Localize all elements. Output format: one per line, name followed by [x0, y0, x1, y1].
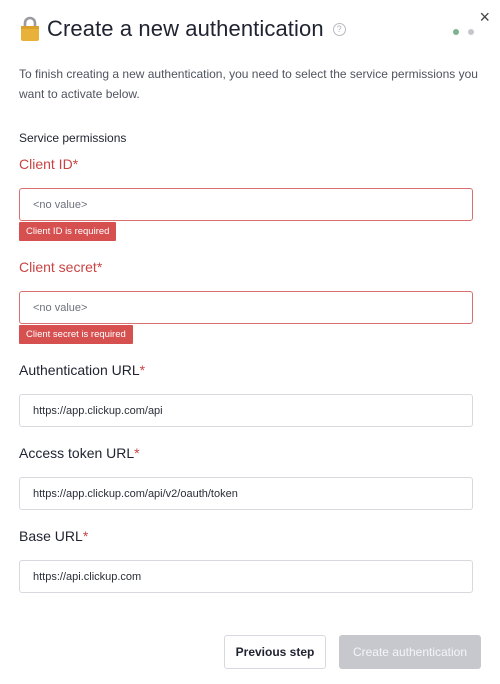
base-url-label-text: Base URL [19, 528, 83, 544]
required-mark: * [139, 362, 146, 378]
token-url-value: https://app.clickup.com/api/v2/oauth/tok… [33, 487, 238, 500]
client-secret-label-text: Client secret [19, 259, 97, 275]
base-url-label: Base URL* [19, 528, 88, 544]
section-title: Service permissions [19, 131, 127, 145]
client-id-error: Client ID is required [19, 222, 117, 241]
client-secret-input[interactable]: <no value> [19, 291, 473, 324]
step-dot-active [453, 29, 459, 35]
create-authentication-button[interactable]: Create authentication [339, 635, 481, 669]
step-indicator [453, 29, 474, 35]
dialog-header: Create a new authentication ? [20, 16, 346, 42]
step-dot [468, 29, 474, 35]
client-id-value: <no value> [33, 198, 88, 211]
auth-url-label: Authentication URL* [19, 362, 145, 378]
token-url-label-text: Access token URL [19, 445, 135, 461]
required-mark: * [134, 445, 140, 461]
client-secret-value: <no value> [33, 301, 88, 314]
token-url-label: Access token URL* [19, 445, 140, 461]
token-url-input[interactable]: https://app.clickup.com/api/v2/oauth/tok… [19, 477, 473, 510]
client-secret-error: Client secret is required [19, 325, 133, 344]
required-mark: * [82, 528, 89, 544]
auth-url-label-text: Authentication URL [19, 362, 140, 378]
base-url-input[interactable]: https://api.clickup.com [19, 560, 473, 593]
required-mark: * [96, 259, 103, 275]
client-id-input[interactable]: <no value> [19, 188, 473, 221]
auth-url-input[interactable]: https://app.clickup.com/api [19, 394, 473, 427]
auth-url-value: https://app.clickup.com/api [33, 404, 163, 417]
previous-step-button[interactable]: Previous step [224, 635, 326, 669]
lock-icon [21, 16, 39, 41]
client-secret-label: Client secret* [19, 259, 102, 275]
required-mark: * [72, 156, 79, 172]
client-id-label-text: Client ID [19, 156, 73, 172]
intro-text: To finish creating a new authentication,… [19, 67, 478, 101]
client-id-label: Client ID* [19, 156, 78, 172]
close-icon[interactable]: × [479, 8, 490, 26]
dialog-title: Create a new authentication [47, 16, 324, 41]
base-url-value: https://api.clickup.com [33, 570, 142, 583]
help-circle-icon[interactable]: ? [332, 22, 346, 36]
